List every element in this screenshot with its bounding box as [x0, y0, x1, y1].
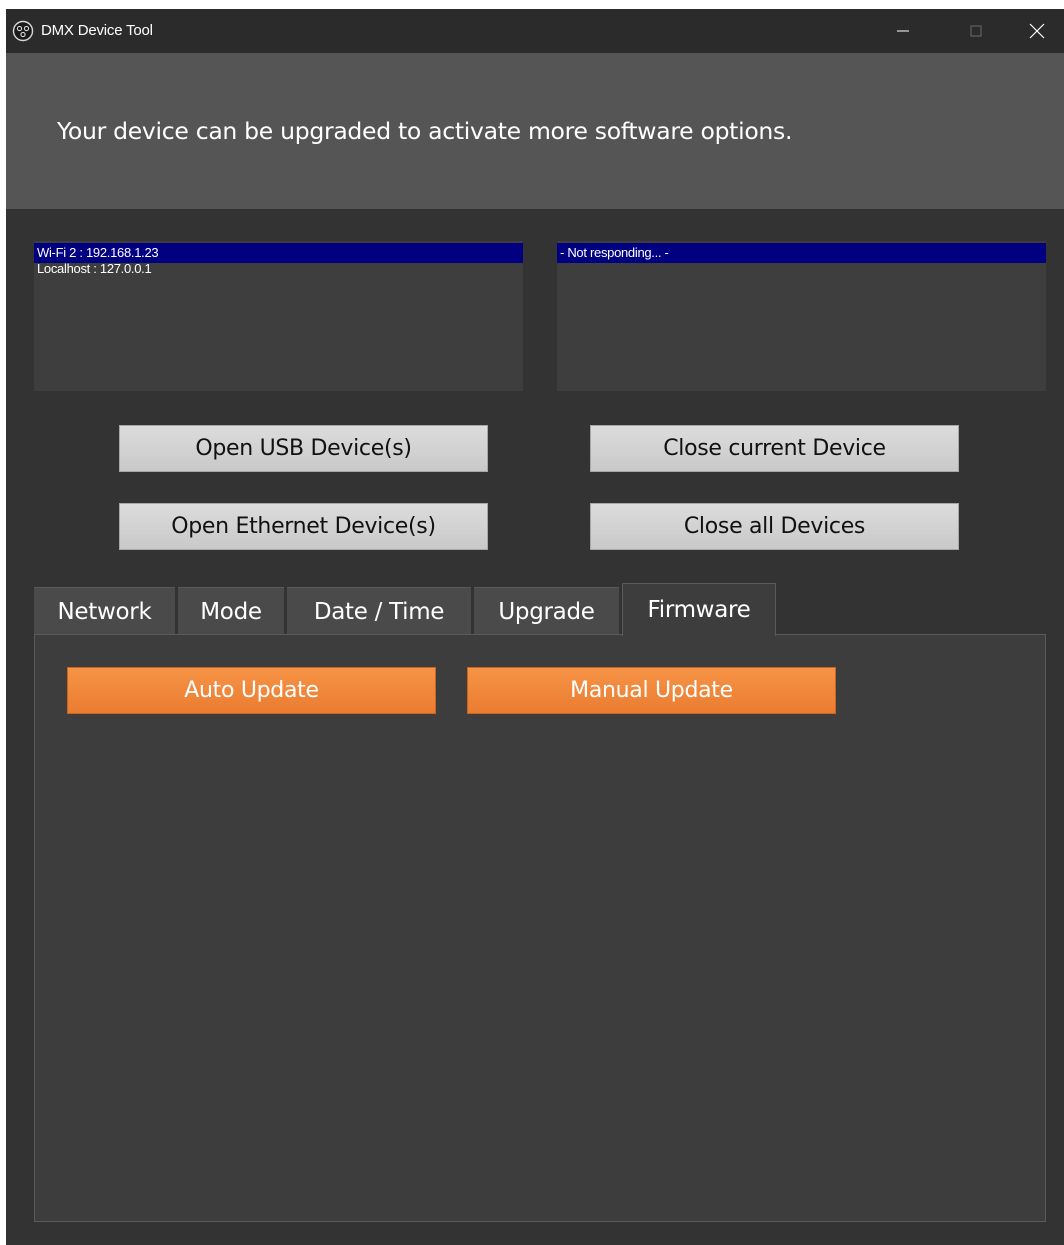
open-ethernet-devices-button[interactable]: Open Ethernet Device(s)	[119, 503, 488, 550]
close-all-devices-button[interactable]: Close all Devices	[590, 503, 959, 550]
interfaces-list[interactable]: Wi-Fi 2 : 192.168.1.23 Localhost : 127.0…	[34, 241, 523, 391]
tab-date-time[interactable]: Date / Time	[287, 587, 471, 635]
dmx-app-icon	[12, 20, 34, 42]
title-bar[interactable]: DMX Device Tool	[6, 9, 1064, 53]
firmware-tab-panel: Auto Update Manual Update	[34, 634, 1046, 1222]
list-item[interactable]: - Not responding... -	[557, 243, 1046, 263]
tab-firmware[interactable]: Firmware	[622, 583, 776, 636]
close-icon	[1029, 23, 1045, 39]
devices-list[interactable]: - Not responding... -	[557, 241, 1046, 391]
maximize-button[interactable]	[956, 9, 996, 53]
maximize-icon	[970, 25, 982, 37]
banner-message: Your device can be upgraded to activate …	[57, 117, 793, 145]
app-window: DMX Device Tool Your device can be upgra…	[6, 9, 1064, 1245]
manual-update-button[interactable]: Manual Update	[467, 667, 836, 714]
upgrade-banner: Your device can be upgraded to activate …	[6, 53, 1064, 209]
close-button[interactable]	[1017, 9, 1057, 53]
tab-upgrade[interactable]: Upgrade	[474, 587, 619, 635]
window-title: DMX Device Tool	[41, 22, 153, 39]
tab-network[interactable]: Network	[34, 587, 175, 635]
minimize-icon	[897, 30, 909, 32]
tab-mode[interactable]: Mode	[178, 587, 284, 635]
close-current-device-button[interactable]: Close current Device	[590, 425, 959, 472]
minimize-button[interactable]	[883, 9, 923, 53]
auto-update-button[interactable]: Auto Update	[67, 667, 436, 714]
open-usb-devices-button[interactable]: Open USB Device(s)	[119, 425, 488, 472]
list-item[interactable]: Localhost : 127.0.0.1	[34, 259, 523, 279]
